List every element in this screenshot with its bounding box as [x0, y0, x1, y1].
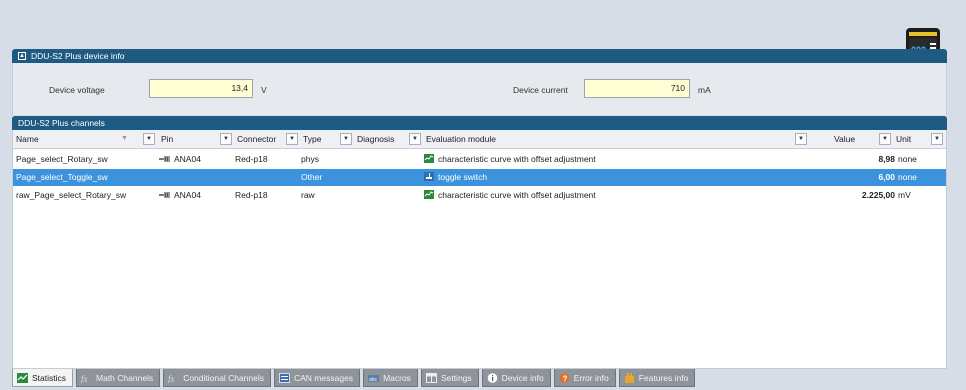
info-icon [487, 372, 497, 383]
channels-table: Name ▼ ▼ Pin ▼ Connector ▼ Type ▼ Diagno… [12, 130, 947, 369]
tab-label: Macros [383, 372, 411, 383]
filter-dropdown-connector[interactable]: ▼ [286, 133, 298, 145]
tab-statistics[interactable]: Statistics [12, 369, 74, 387]
column-header-pin[interactable]: Pin [158, 130, 173, 149]
channel-unit: none [898, 154, 917, 164]
device-info-title: DDU-S2 Plus device info [31, 51, 125, 61]
tab-settings[interactable]: Settings [420, 369, 479, 387]
channel-pin-label: ANA04 [174, 190, 201, 200]
channel-evaluation-label: characteristic curve with offset adjustm… [438, 190, 596, 200]
tab-label: Features info [638, 372, 689, 383]
channel-evaluation: characteristic curve with offset adjustm… [424, 151, 596, 168]
channel-evaluation-label: toggle switch [438, 172, 488, 182]
channel-name: Page_select_Toggle_sw [16, 172, 108, 182]
filter-dropdown-pin[interactable]: ▼ [220, 133, 232, 145]
channel-name: Page_select_Rotary_sw [16, 154, 108, 164]
settings-icon [425, 372, 437, 383]
collapse-icon[interactable]: ▲ [18, 52, 26, 60]
filter-dropdown-type[interactable]: ▼ [340, 133, 352, 145]
filter-dropdown-evaluation[interactable]: ▼ [795, 133, 807, 145]
channel-value: 6,00 [878, 172, 895, 182]
formula-icon: fx [81, 374, 88, 383]
column-header-name[interactable]: Name [13, 130, 39, 149]
channel-connector: Red-p18 [235, 154, 268, 164]
filter-dropdown-name[interactable]: ▼ [143, 133, 155, 145]
device-current-label: Device current [513, 85, 568, 95]
can-icon [279, 372, 290, 383]
tab-math-channels[interactable]: fx Math Channels [76, 369, 161, 387]
macro-icon: abc [368, 374, 380, 383]
curve-chart-icon [424, 190, 434, 199]
channel-type: phys [301, 154, 319, 164]
table-row-selected[interactable]: Page_select_Toggle_sw Other toggle switc… [13, 169, 946, 186]
filter-dropdown-diagnosis[interactable]: ▼ [409, 133, 421, 145]
channels-title: DDU-S2 Plus channels [18, 118, 105, 128]
channel-value: 2.225,00 [861, 190, 895, 200]
chart-icon [17, 372, 28, 383]
formula-icon: fx [168, 374, 175, 383]
tab-label: CAN messages [294, 372, 354, 383]
tab-conditional-channels[interactable]: fx Conditional Channels [163, 369, 271, 387]
channel-evaluation-label: characteristic curve with offset adjustm… [438, 154, 596, 164]
filter-dropdown-unit[interactable]: ▼ [931, 133, 943, 145]
tab-label: Statistics [32, 372, 67, 383]
device-voltage-field[interactable]: 13,4 [149, 79, 253, 98]
channel-name: raw_Page_select_Rotary_sw [16, 190, 127, 200]
tab-label: Math Channels [96, 372, 154, 383]
bottom-tab-bar: Statistics fx Math Channels fx Condition… [12, 369, 698, 388]
channel-evaluation: characteristic curve with offset adjustm… [424, 187, 596, 204]
column-header-evaluation[interactable]: Evaluation module [423, 130, 496, 149]
column-header-connector[interactable]: Connector [234, 130, 276, 149]
column-header-value[interactable]: Value [831, 130, 855, 149]
tab-label: Settings [440, 372, 472, 383]
analog-pin-icon [159, 192, 170, 198]
channel-type: Other [301, 172, 323, 182]
device-voltage-unit: V [261, 85, 267, 95]
svg-text:abc: abc [369, 377, 378, 383]
tab-can-messages[interactable]: CAN messages [274, 369, 361, 387]
tab-error-info[interactable]: ? Error info [553, 369, 616, 387]
channel-pin: ANA04 [159, 151, 201, 168]
column-header-type[interactable]: Type [300, 130, 321, 149]
tab-label: Device info [501, 372, 544, 383]
analog-pin-icon [159, 156, 170, 162]
svg-text:fx: fx [168, 374, 175, 383]
column-header-unit[interactable]: Unit [893, 130, 911, 149]
channel-unit: none [898, 172, 917, 182]
filter-dropdown-value[interactable]: ▼ [879, 133, 891, 145]
device-current-field[interactable]: 710 [584, 79, 690, 98]
channels-panel-header: DDU-S2 Plus channels [12, 116, 947, 130]
curve-chart-icon [424, 154, 434, 163]
table-row[interactable]: Page_select_Rotary_sw ANA04 Red-p18 phys… [13, 151, 946, 168]
tab-features-info[interactable]: Features info [618, 369, 696, 387]
svg-text:?: ? [562, 374, 567, 383]
tab-label: Error info [573, 372, 609, 383]
channel-value: 8,98 [878, 154, 895, 164]
table-row[interactable]: raw_Page_select_Rotary_sw ANA04 Red-p18 … [13, 187, 946, 204]
channel-pin: ANA04 [159, 187, 201, 204]
features-icon [624, 372, 634, 383]
device-voltage-label: Device voltage [49, 85, 105, 95]
device-info-panel: Device voltage 13,4 V Device current 710… [12, 63, 947, 115]
channel-connector: Red-p18 [235, 190, 268, 200]
device-info-panel-header[interactable]: ▲ DDU-S2 Plus device info [12, 49, 947, 63]
channel-type: raw [301, 190, 315, 200]
tab-label: Conditional Channels [183, 372, 264, 383]
column-header-diagnosis[interactable]: Diagnosis [354, 130, 394, 149]
channel-unit: mV [898, 190, 911, 200]
toggle-switch-icon [424, 172, 434, 181]
sort-icon[interactable]: ▼ [121, 133, 128, 145]
device-current-unit: mA [698, 85, 711, 95]
channel-pin-label: ANA04 [174, 154, 201, 164]
table-header-row: Name ▼ ▼ Pin ▼ Connector ▼ Type ▼ Diagno… [13, 130, 946, 149]
tab-device-info[interactable]: Device info [481, 369, 551, 387]
svg-text:fx: fx [81, 374, 88, 383]
tab-macros[interactable]: abc Macros [363, 369, 418, 387]
error-icon: ? [559, 372, 570, 383]
channel-evaluation: toggle switch [424, 169, 487, 186]
